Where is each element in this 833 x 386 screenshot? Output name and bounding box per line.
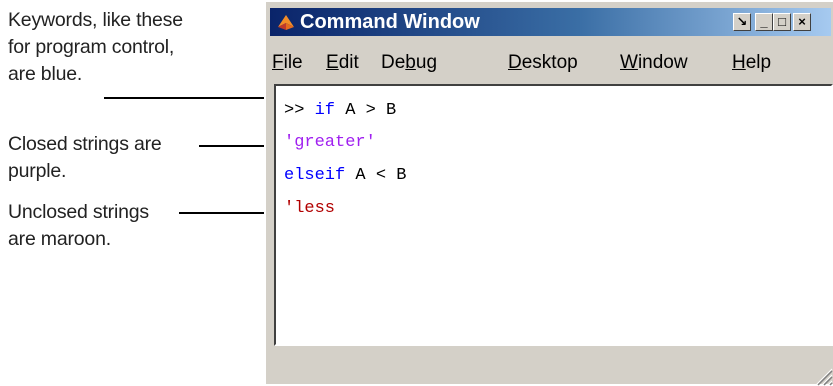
command-console[interactable]: >> if A > B 'greater' elseif A < B 'less — [274, 84, 833, 346]
annotation-line: for program control, — [8, 36, 175, 58]
annotation-keywords: Keywords, like these for program control… — [8, 7, 183, 88]
status-bar — [274, 350, 833, 386]
menu-label: indow — [637, 52, 688, 73]
window-title: Command Window — [300, 11, 480, 33]
keyword-token: if — [314, 101, 336, 120]
annotation-line: are maroon. — [8, 228, 111, 250]
menu-window[interactable]: Window — [620, 50, 688, 76]
annotation-closed-strings: Closed strings are purple. — [8, 131, 162, 185]
keyword-token: elseif — [284, 166, 346, 185]
menu-accelerator: b — [405, 52, 416, 73]
closed-string-token: 'greater' — [284, 133, 376, 152]
annotation-unclosed-strings: Unclosed strings are maroon. — [8, 199, 149, 253]
menu-bar: File Edit Debug Desktop Window Help — [268, 48, 833, 78]
code-line: elseif A < B — [284, 165, 406, 187]
menu-accelerator: D — [508, 52, 522, 73]
code-token: A > B — [335, 101, 397, 120]
menu-label: esktop — [521, 52, 578, 73]
unclosed-string-token: 'less — [284, 199, 336, 218]
annotation-line: Unclosed strings — [8, 201, 149, 223]
menu-accelerator: E — [326, 52, 339, 73]
close-icon[interactable]: × — [793, 13, 811, 31]
menu-debug[interactable]: Debug — [381, 50, 437, 76]
annotation-line: are blue. — [8, 63, 83, 85]
menu-label: ile — [283, 52, 303, 73]
menu-label: dit — [338, 52, 359, 73]
menu-desktop[interactable]: Desktop — [508, 50, 578, 76]
command-window: Command Window ↘ _ □ × File Edit Debug D… — [264, 0, 833, 386]
code-line: >> if A > B — [284, 100, 396, 122]
menu-accelerator: H — [732, 52, 746, 73]
code-line: 'greater' — [284, 132, 376, 154]
menu-label: ug — [415, 52, 438, 73]
maximize-icon[interactable]: □ — [773, 13, 791, 31]
minimize-icon[interactable]: _ — [755, 13, 773, 31]
menu-accelerator: F — [272, 52, 284, 73]
app-logo-icon — [278, 15, 294, 30]
menu-help[interactable]: Help — [732, 50, 771, 76]
menu-file[interactable]: File — [272, 50, 303, 76]
annotation-line: Closed strings are — [8, 133, 162, 155]
menu-label: elp — [745, 52, 772, 73]
menu-accelerator: W — [620, 52, 638, 73]
resize-grip-icon[interactable] — [813, 366, 833, 386]
annotation-line: Keywords, like these — [8, 9, 183, 31]
code-line: 'less — [284, 198, 335, 220]
code-token: A < B — [345, 166, 407, 185]
annotation-line: purple. — [8, 160, 67, 182]
dock-icon[interactable]: ↘ — [733, 13, 751, 31]
menu-edit[interactable]: Edit — [326, 50, 359, 76]
prompt: >> — [284, 101, 315, 120]
title-bar[interactable]: Command Window ↘ _ □ × — [270, 8, 831, 36]
menu-label: De — [381, 52, 406, 73]
